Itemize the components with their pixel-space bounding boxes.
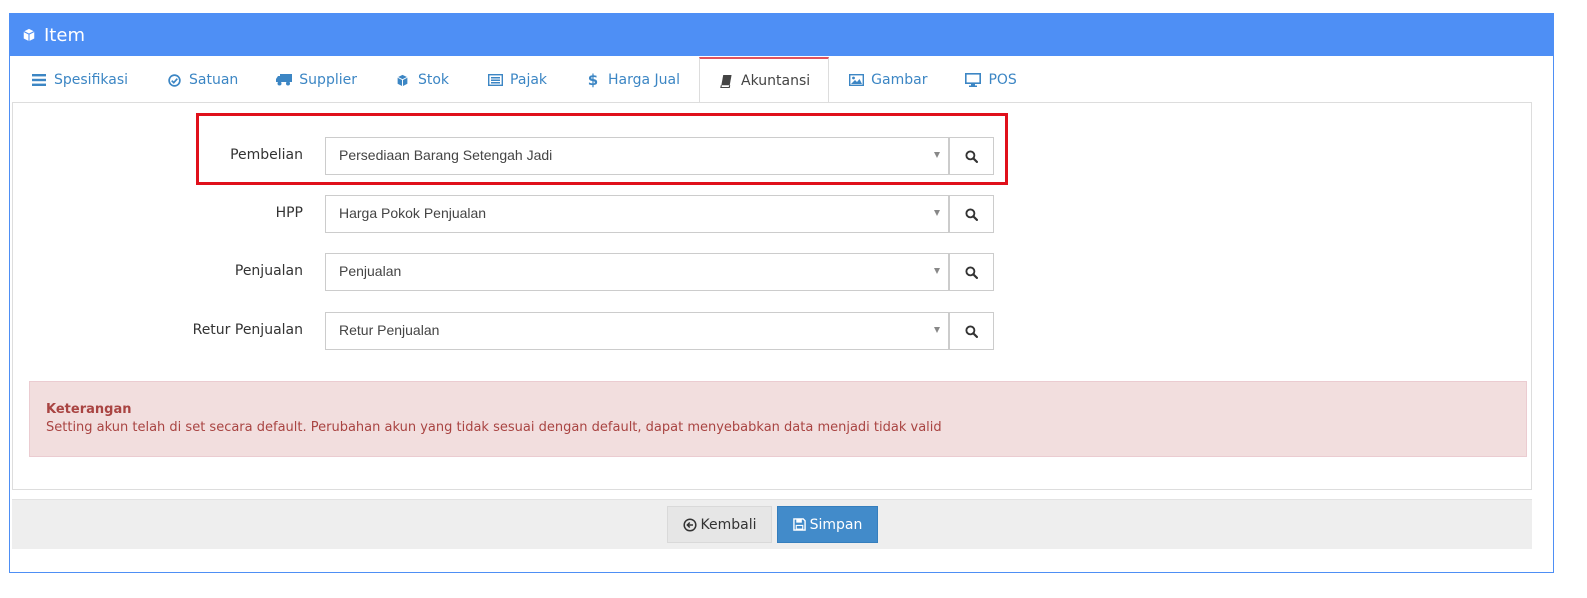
book-icon [718, 73, 734, 89]
panel-title: Item [44, 24, 85, 46]
alert-title: Keterangan [46, 402, 132, 417]
search-icon [965, 149, 978, 163]
tab-bar: Spesifikasi Satuan Supplier Stok Pajak $… [12, 55, 1575, 104]
penjualan-row: Penjualan Penjualan [13, 253, 1013, 291]
pembelian-search-button[interactable] [949, 137, 994, 175]
tab-label: Akuntansi [741, 73, 811, 89]
tab-satuan[interactable]: Satuan [147, 56, 257, 103]
alert-message: Setting akun telah di set secara default… [46, 420, 942, 435]
tab-harga-jual[interactable]: $ Harga Jual [566, 56, 699, 103]
tab-label: Stok [417, 72, 450, 88]
penjualan-label: Penjualan [234, 263, 303, 279]
tab-supplier[interactable]: Supplier [257, 56, 376, 103]
save-button-label: Simpan [809, 516, 863, 533]
list-alt-icon [487, 72, 503, 88]
caret-down-icon [934, 152, 940, 158]
tab-pos[interactable]: POS [946, 56, 1035, 103]
hpp-row: HPP Harga Pokok Penjualan [13, 195, 1013, 233]
caret-down-icon [934, 268, 940, 274]
cube-icon [23, 28, 35, 42]
hpp-label: HPP [275, 205, 303, 221]
tab-label: Gambar [871, 72, 928, 88]
penjualan-search-button[interactable] [949, 253, 994, 291]
back-button[interactable]: Kembali [667, 506, 772, 543]
tab-gambar[interactable]: Gambar [829, 56, 946, 103]
arrow-circle-left-icon [682, 517, 697, 532]
save-button[interactable]: Simpan [777, 506, 878, 543]
picture-icon [848, 72, 864, 88]
floppy-disk-icon [792, 518, 806, 531]
retur-penjualan-search-button[interactable] [949, 312, 994, 350]
caret-down-icon [934, 210, 940, 216]
retur-penjualan-selected-value: Retur Penjualan [339, 322, 440, 338]
search-icon [965, 324, 978, 338]
tab-label: Pajak [510, 72, 548, 88]
pembelian-selected-value: Persediaan Barang Setengah Jadi [339, 147, 553, 163]
search-icon [965, 265, 978, 279]
cube-icon [395, 72, 411, 88]
tab-label: Spesifikasi [54, 72, 129, 88]
pembelian-label: Pembelian [230, 147, 303, 163]
tab-label: Supplier [299, 72, 357, 88]
hpp-select[interactable]: Harga Pokok Penjualan [325, 195, 949, 233]
hpp-selected-value: Harga Pokok Penjualan [339, 205, 487, 221]
tab-label: Harga Jual [608, 72, 681, 88]
tab-spesifikasi[interactable]: Spesifikasi [12, 56, 147, 103]
form-footer: Kembali Simpan [12, 499, 1532, 549]
desktop-icon [965, 72, 982, 88]
hpp-search-button[interactable] [949, 195, 994, 233]
pembelian-row: Pembelian Persediaan Barang Setengah Jad… [13, 137, 1013, 175]
retur-penjualan-select[interactable]: Retur Penjualan [325, 312, 949, 350]
panel-header: Item [10, 14, 1553, 56]
pembelian-select[interactable]: Persediaan Barang Setengah Jadi [325, 137, 949, 175]
search-icon [965, 207, 978, 221]
truck-icon [276, 72, 293, 88]
retur-penjualan-row: Retur Penjualan Retur Penjualan [13, 312, 1013, 350]
penjualan-select[interactable]: Penjualan [325, 253, 949, 291]
check-circle-icon [166, 72, 182, 88]
tab-pajak[interactable]: Pajak [468, 56, 566, 103]
akuntansi-tab-content: Pembelian Persediaan Barang Setengah Jad… [12, 102, 1532, 490]
penjualan-selected-value: Penjualan [339, 263, 402, 279]
tab-akuntansi[interactable]: Akuntansi [699, 57, 830, 104]
dollar-icon: $ [587, 71, 599, 89]
retur-penjualan-label: Retur Penjualan [192, 322, 303, 338]
info-alert: Keterangan Setting akun telah di set sec… [29, 381, 1527, 457]
tab-label: Satuan [189, 72, 239, 88]
back-button-label: Kembali [700, 516, 757, 533]
tab-stok[interactable]: Stok [376, 56, 468, 103]
tab-label: POS [988, 72, 1017, 88]
list-icon [31, 72, 47, 88]
caret-down-icon [934, 327, 940, 333]
